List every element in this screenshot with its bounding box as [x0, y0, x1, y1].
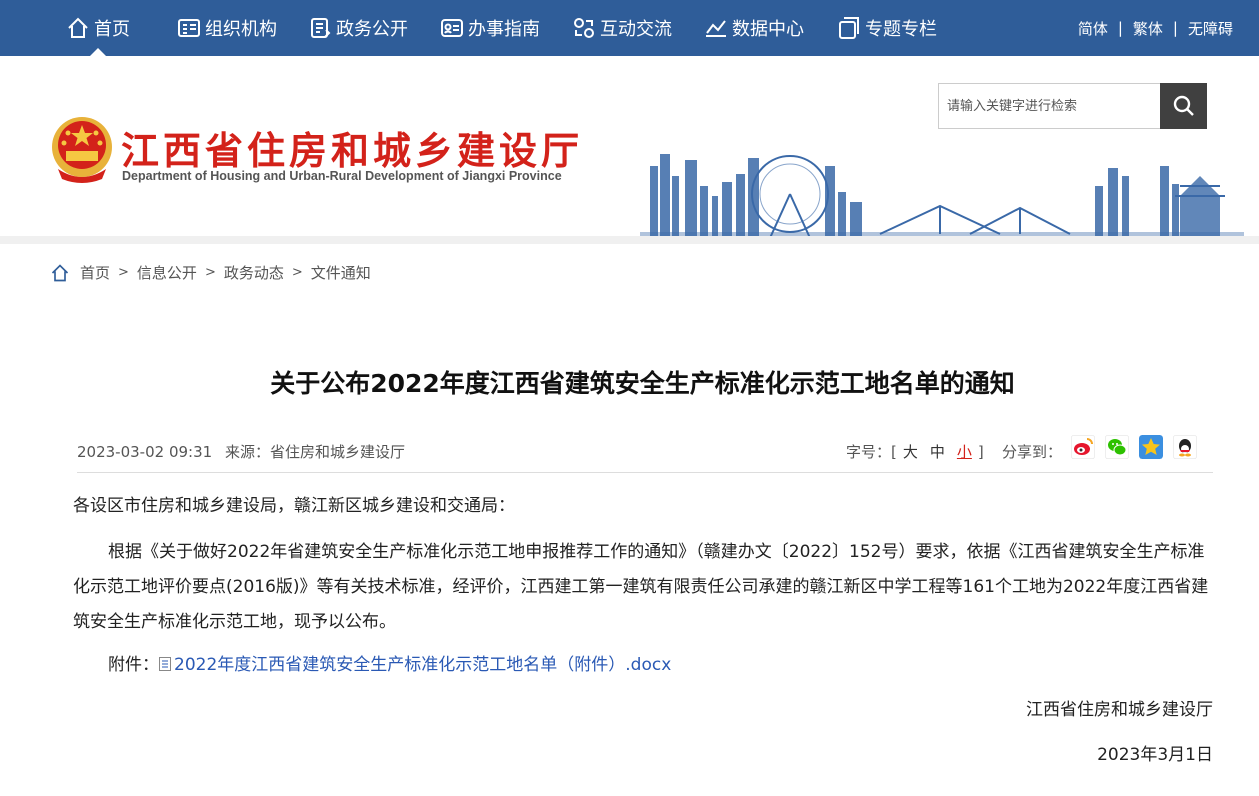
breadcrumb-separator: >: [291, 265, 303, 280]
lang-simplified[interactable]: 简体: [1078, 18, 1108, 39]
topic-icon: [839, 17, 859, 39]
site-header: 江西省住房和城乡建设厅 Department of Housing and Ur…: [0, 56, 1259, 238]
qzone-share-icon[interactable]: [1139, 435, 1163, 459]
breadcrumb-home[interactable]: 首页: [80, 262, 110, 283]
breadcrumb-separator: >: [118, 265, 129, 280]
home-icon: [51, 263, 69, 281]
search-box: [938, 83, 1207, 129]
font-large-button[interactable]: 大: [903, 443, 918, 461]
language-switch: 简体 | 繁体 | 无障碍: [1078, 0, 1233, 56]
wechat-share-icon[interactable]: [1105, 435, 1129, 459]
nav-organization-label: 组织机构: [205, 19, 277, 40]
search-input[interactable]: [939, 84, 1161, 128]
breadcrumb-info-public[interactable]: 信息公开: [137, 262, 197, 283]
accessibility-link[interactable]: 无障碍: [1188, 18, 1233, 39]
nav-public-affairs-label: 政务公开: [336, 19, 408, 40]
signature: 江西省住房和城乡建设厅: [1026, 700, 1213, 720]
nav-data-center[interactable]: 数据中心: [704, 0, 804, 56]
city-skyline-illustration: [640, 154, 1244, 238]
article-source: 来源：省住房和城乡建设厅: [224, 443, 405, 461]
document-icon: [311, 18, 331, 38]
top-navigation: 首页 组织机构 政务公开 办事指南 互动交流 数据中心 专题专栏 简体 | 繁体…: [0, 0, 1259, 56]
attachment-label: 附件：: [108, 655, 159, 675]
header-divider: [0, 236, 1259, 244]
exchange-icon: [574, 18, 594, 38]
font-small-button[interactable]: 小: [957, 443, 972, 461]
nav-interaction[interactable]: 互动交流: [572, 0, 672, 56]
breadcrumb: 首页 > 信息公开 > 政务动态 > 文件通知: [50, 262, 371, 283]
chart-icon: [706, 20, 726, 37]
qq-share-icon[interactable]: [1173, 435, 1197, 459]
home-icon: [68, 17, 88, 38]
signature-date: 2023年3月1日: [1097, 745, 1213, 765]
org-icon: [178, 19, 200, 37]
nav-home-label: 首页: [94, 19, 130, 40]
breadcrumb-gov-news[interactable]: 政务动态: [224, 262, 284, 283]
lang-separator: |: [1117, 19, 1123, 37]
font-size-close: ]: [977, 443, 984, 461]
guide-icon: [441, 19, 463, 37]
salutation: 各设区市住房和城乡建设局，赣江新区城乡建设和交通局：: [73, 496, 515, 516]
font-size-label: 字号：[: [846, 443, 897, 461]
nav-organization[interactable]: 组织机构: [177, 0, 277, 56]
lang-traditional[interactable]: 繁体: [1133, 18, 1163, 39]
publish-date: 2023-03-02 09:31: [77, 443, 213, 461]
attachment-line: 附件： 2022年度江西省建筑安全生产标准化示范工地名单（附件）.docx: [73, 648, 1213, 683]
site-title: 江西省住房和城乡建设厅: [121, 129, 584, 173]
nav-public-affairs[interactable]: 政务公开: [308, 0, 408, 56]
font-size-control: 字号：[ 大中小]: [846, 441, 984, 462]
font-medium-button[interactable]: 中: [930, 443, 945, 461]
nav-guide[interactable]: 办事指南: [440, 0, 540, 56]
article-title: 关于公布2022年度江西省建筑安全生产标准化示范工地名单的通知: [270, 369, 1015, 398]
weibo-share-icon[interactable]: [1071, 435, 1095, 459]
national-emblem-icon: [52, 117, 112, 183]
breadcrumb-file-notice[interactable]: 文件通知: [311, 262, 371, 283]
search-button[interactable]: [1160, 83, 1207, 129]
breadcrumb-separator: >: [204, 265, 216, 280]
site-subtitle: Department of Housing and Urban-Rural De…: [122, 169, 562, 183]
article-paragraph: 根据《关于做好2022年省建筑安全生产标准化示范工地申报推荐工作的通知》（赣建办…: [73, 542, 1209, 632]
attachment-link[interactable]: 2022年度江西省建筑安全生产标准化示范工地名单（附件）.docx: [174, 655, 671, 675]
nav-home[interactable]: 首页: [66, 0, 130, 56]
search-icon: [1173, 95, 1194, 116]
document-file-icon: [159, 657, 171, 671]
nav-guide-label: 办事指南: [468, 19, 540, 40]
article-meta: 2023-03-02 09:31 来源：省住房和城乡建设厅 字号：[ 大中小] 分…: [77, 435, 1213, 473]
nav-topics-label: 专题专栏: [865, 19, 937, 40]
share-label: 分享到：: [1002, 443, 1063, 461]
nav-data-center-label: 数据中心: [732, 19, 804, 40]
share-icons: [1071, 435, 1197, 459]
nav-interaction-label: 互动交流: [600, 19, 672, 40]
lang-separator: |: [1172, 19, 1178, 37]
nav-topics[interactable]: 专题专栏: [837, 0, 937, 56]
